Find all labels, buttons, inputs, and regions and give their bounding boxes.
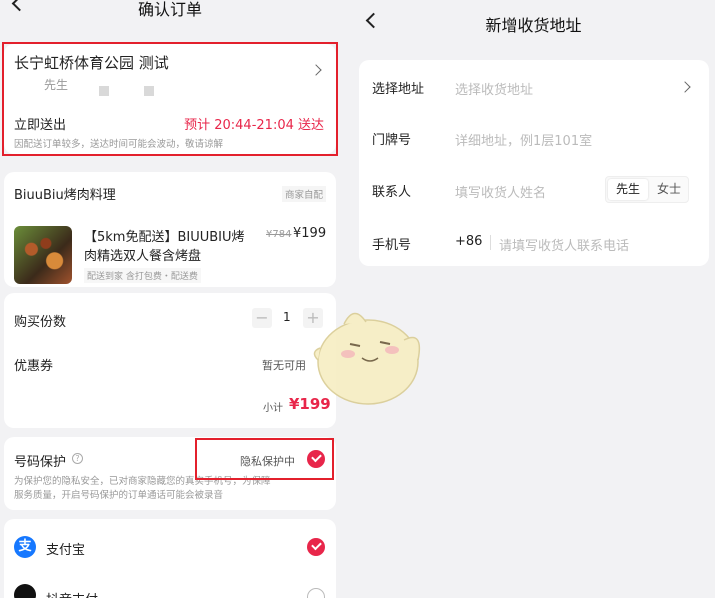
select-address-label: 选择地址 — [372, 82, 425, 97]
gender-male-option[interactable]: 先生 — [608, 179, 648, 200]
info-icon[interactable]: ? — [72, 453, 83, 464]
page-title: 确认订单 — [137, 0, 202, 19]
highlight-box-privacy — [195, 438, 334, 480]
address-form-card: 选择地址 选择收货地址 门牌号 详细地址，例1层101室 联系人 填写收货人姓名… — [359, 60, 709, 266]
alipay-radio[interactable] — [307, 538, 325, 556]
privacy-label: 号码保护 — [14, 455, 67, 470]
confirm-order-screen: 确认订单 长宁虹桥体育公园 测试 先生 立即送出 预计 20:44-21:04 … — [0, 0, 340, 598]
alipay-icon: 支 — [14, 536, 36, 558]
quantity-decrement-button[interactable]: − — [252, 308, 272, 328]
payment-option-douyin[interactable]: 抖音支付 — [46, 589, 98, 598]
page-title: 新增收货地址 — [485, 16, 582, 35]
phone-divider — [490, 235, 491, 250]
privacy-desc-line2: 服务质量，开启号码保护的订单通话可能会被录音 — [14, 490, 224, 501]
payment-card — [4, 519, 336, 598]
subtotal-label: 小计 — [263, 403, 283, 414]
confirm-order-navbar: 确认订单 — [0, 0, 340, 26]
contact-name-input[interactable]: 填写收货人姓名 — [455, 182, 546, 201]
shop-name: BiuuBiu烤肉料理 — [14, 188, 116, 203]
payment-option-alipay[interactable]: 支付宝 — [46, 539, 85, 558]
contact-label: 联系人 — [372, 185, 412, 200]
quantity-value: 1 — [283, 310, 291, 324]
door-number-input[interactable]: 详细地址，例1层101室 — [455, 130, 592, 149]
mascot-sticker — [313, 312, 421, 405]
product-image[interactable] — [14, 226, 72, 284]
phone-country-code[interactable]: +86 — [455, 234, 482, 249]
quantity-label: 购买份数 — [14, 315, 67, 330]
product-tags: 配送到家 含打包费・配送费 — [84, 268, 201, 283]
product-title-line2: 肉精选双人餐含烤盘 — [84, 249, 202, 264]
coupon-label: 优惠券 — [14, 359, 54, 374]
phone-input[interactable]: 请填写收货人联系电话 — [499, 235, 629, 254]
phone-label: 手机号 — [372, 238, 412, 253]
select-address-field[interactable]: 选择收货地址 — [455, 79, 533, 98]
coupon-value[interactable]: 暂无可用 — [262, 357, 306, 373]
gender-toggle: 先生 女士 — [605, 176, 689, 203]
new-address-screen: 新增收货地址 选择地址 选择收货地址 门牌号 详细地址，例1层101室 联系人 … — [352, 0, 715, 598]
product-title-line1: 【5km免配送】BIUUBIU烤 — [84, 230, 245, 245]
new-address-navbar: 新增收货地址 — [352, 0, 715, 42]
gender-female-option[interactable]: 女士 — [650, 179, 688, 200]
shop-badge: 商家自配 — [281, 186, 326, 202]
door-number-label: 门牌号 — [372, 133, 412, 148]
chevron-right-icon — [679, 81, 691, 93]
product-original-price: ¥784 — [266, 229, 292, 240]
highlight-box-address — [2, 42, 338, 156]
product-price: ¥199 — [293, 226, 327, 241]
